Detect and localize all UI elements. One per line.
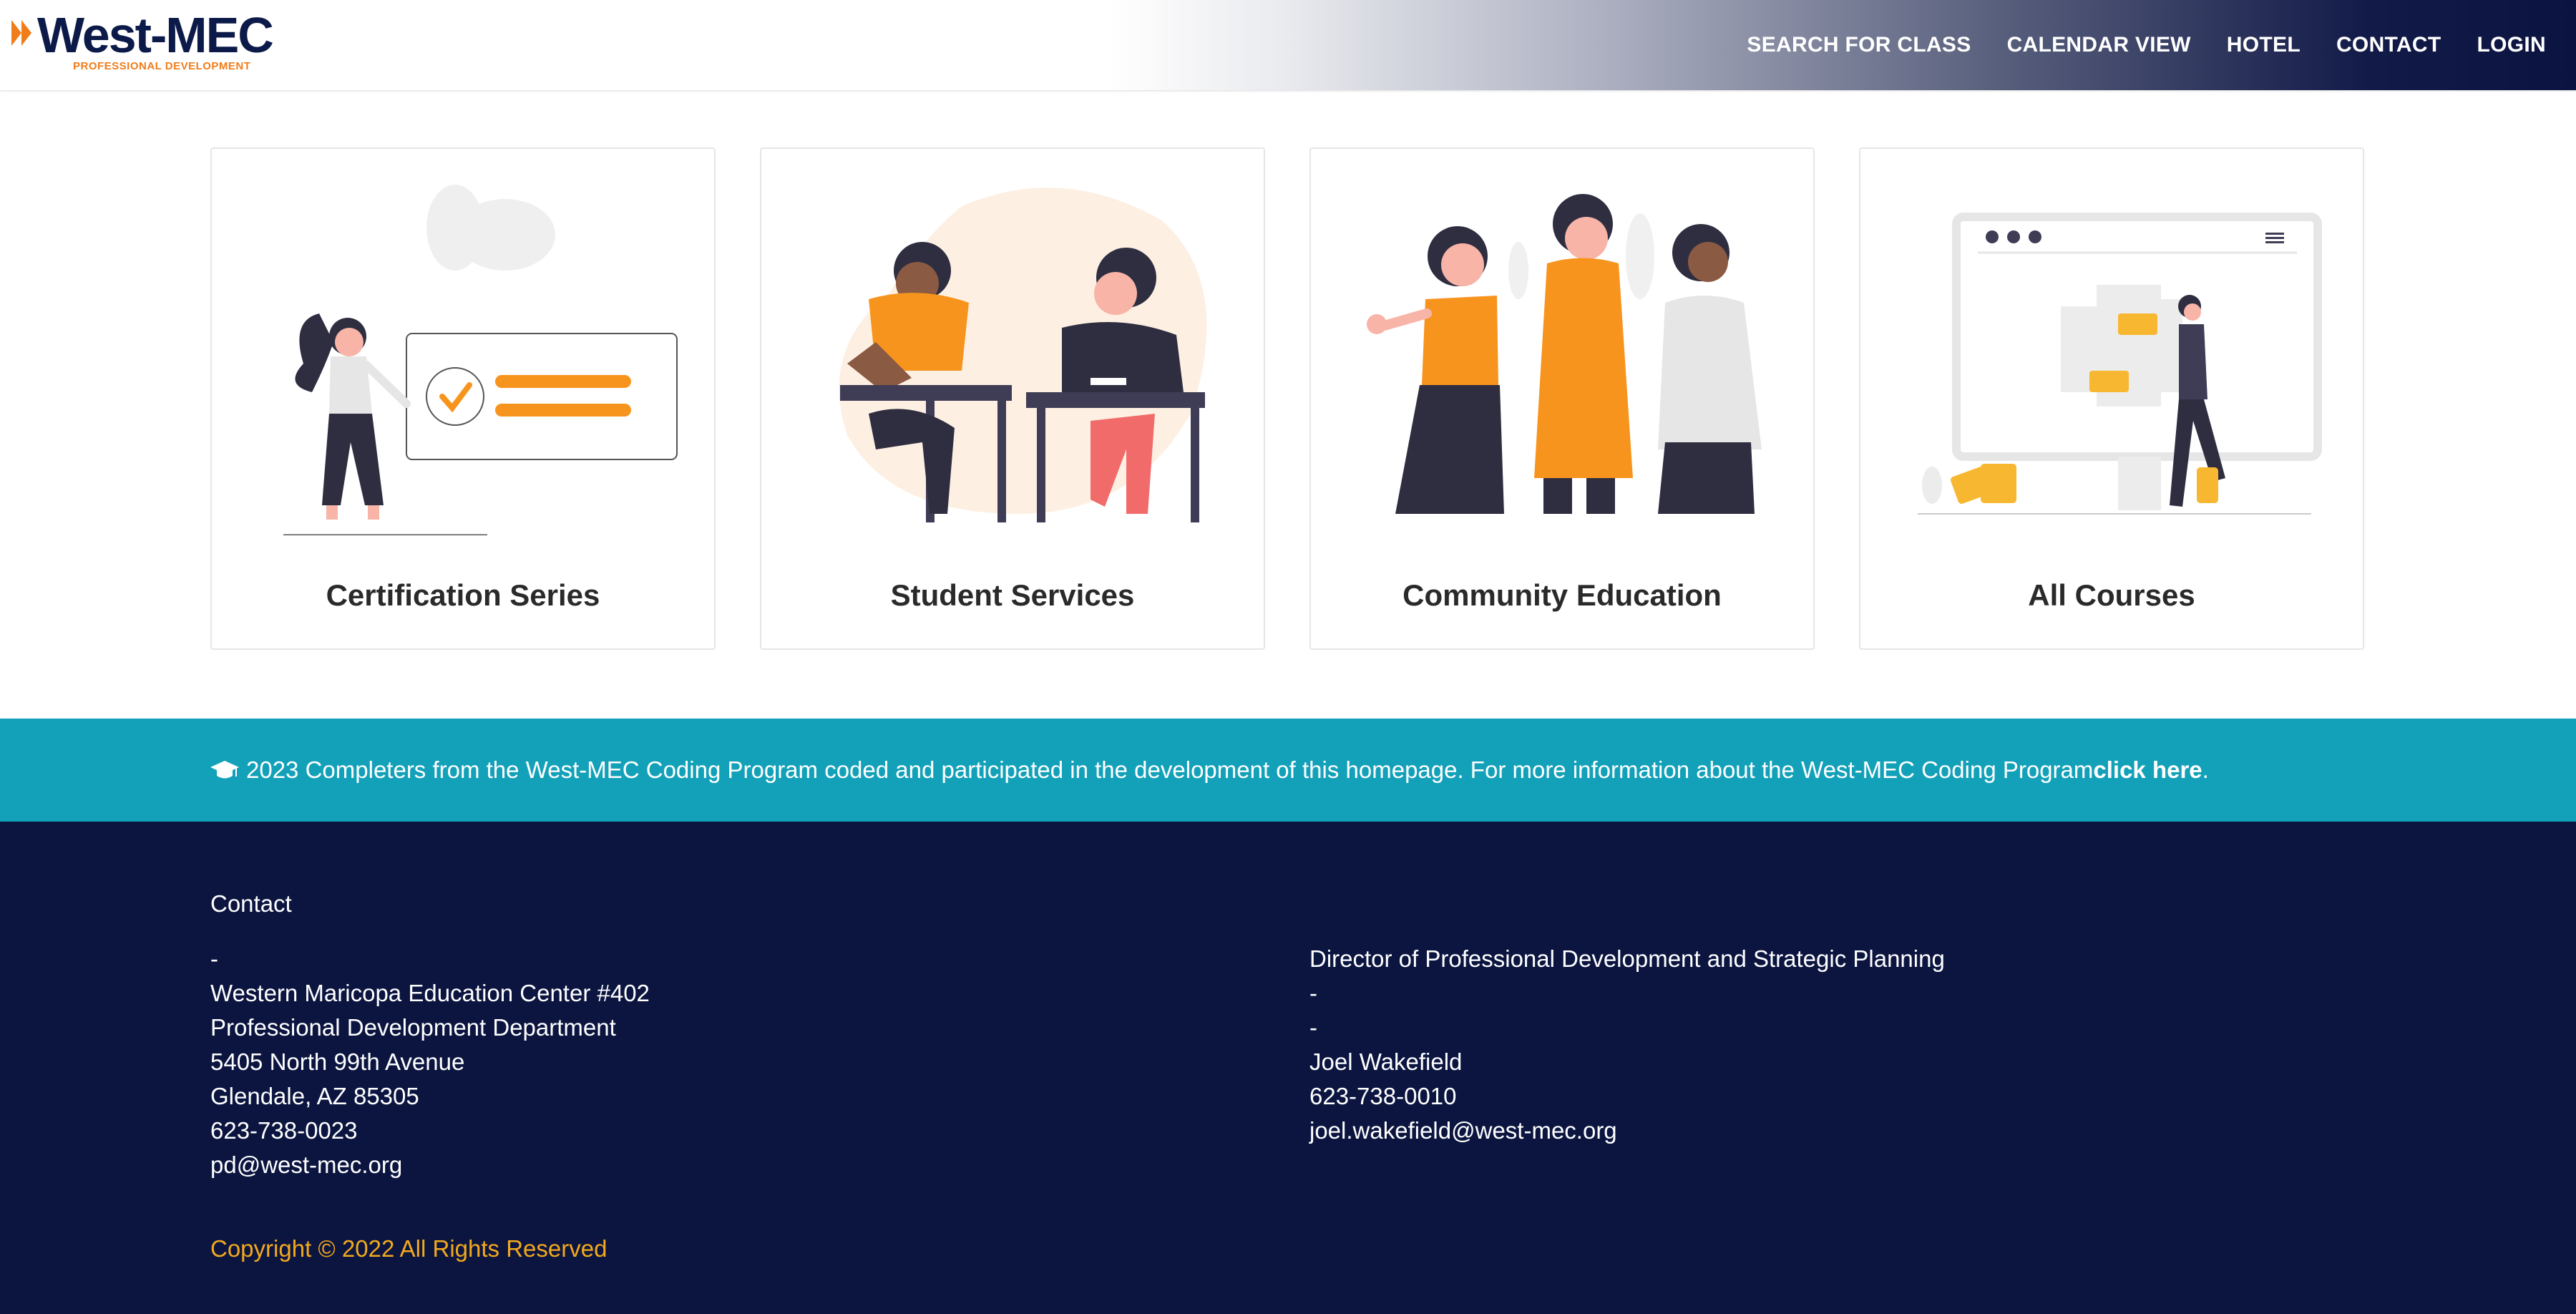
footer-contact-heading: Contact: [210, 890, 292, 917]
footer-line: -: [1309, 1014, 1317, 1041]
footer-director-email[interactable]: joel.wakefield@west-mec.org: [1309, 1114, 1945, 1148]
footer-left-column: - Western Maricopa Education Center #402…: [210, 942, 650, 1182]
footer-right-column: Director of Professional Development and…: [1309, 942, 1945, 1148]
footer-director-name: Joel Wakefield: [1309, 1048, 1463, 1075]
footer-director-phone[interactable]: 623-738-0010: [1309, 1079, 1945, 1114]
footer-director-title: Director of Professional Development and…: [1309, 945, 1945, 972]
graduation-cap-icon: [210, 761, 239, 779]
coding-program-banner: 2023 Completers from the West-MEC Coding…: [0, 719, 2576, 822]
students-writing-illustration: [839, 188, 1207, 522]
card-all-courses[interactable]: All Courses: [1859, 147, 2364, 650]
card-title: Community Education: [1402, 578, 1722, 612]
west-mec-logo[interactable]: West-MEC PROFESSIONAL DEVELOPMENT: [11, 10, 274, 79]
banner-period: .: [2202, 756, 2209, 783]
logo-arrows-icon: [11, 20, 31, 46]
banner-click-here-link[interactable]: click here: [2093, 756, 2202, 784]
nav-calendar-view[interactable]: CALENDAR VIEW: [2007, 33, 2191, 57]
footer-city: Glendale, AZ 85305: [210, 1083, 419, 1109]
browser-building-illustration: [1918, 213, 2322, 515]
card-certification-series[interactable]: Certification Series: [210, 147, 716, 650]
footer-line: -: [210, 945, 218, 972]
card-student-services[interactable]: Student Services: [760, 147, 1265, 650]
nav-contact[interactable]: CONTACT: [2336, 33, 2441, 57]
footer-phone[interactable]: 623-738-0023: [210, 1114, 650, 1148]
logo-text: West-MEC: [37, 7, 274, 63]
card-title: Certification Series: [326, 578, 600, 612]
nav-hotel[interactable]: HOTEL: [2227, 33, 2301, 57]
footer-email[interactable]: pd@west-mec.org: [210, 1148, 650, 1182]
footer-line: -: [1309, 980, 1317, 1006]
copyright-text: Copyright © 2022 All Rights Reserved: [210, 1235, 608, 1262]
footer-street: 5405 North 99th Avenue: [210, 1048, 465, 1075]
footer-department: Professional Development Department: [210, 1014, 616, 1041]
card-community-education[interactable]: Community Education: [1309, 147, 1815, 650]
top-navbar: West-MEC PROFESSIONAL DEVELOPMENT SEARCH…: [0, 0, 2576, 90]
card-title: Student Services: [890, 578, 1135, 612]
nav-menu: SEARCH FOR CLASS CALENDAR VIEW HOTEL CON…: [1711, 0, 2546, 90]
banner-text: 2023 Completers from the West-MEC Coding…: [210, 756, 2209, 784]
site-footer: Contact - Western Maricopa Education Cen…: [0, 822, 2576, 1314]
logo-subtitle: PROFESSIONAL DEVELOPMENT: [73, 60, 251, 72]
footer-org-name: Western Maricopa Education Center #402: [210, 980, 650, 1006]
nav-search-for-class[interactable]: SEARCH FOR CLASS: [1747, 33, 1971, 57]
card-title: All Courses: [2028, 578, 2195, 612]
category-cards: Certification Series Student Services Co…: [210, 147, 2366, 650]
nav-login[interactable]: LOGIN: [2477, 33, 2547, 57]
banner-message: 2023 Completers from the West-MEC Coding…: [246, 756, 2094, 783]
presentation-checklist-illustration: [283, 185, 678, 535]
group-of-people-illustration: [1367, 194, 1762, 514]
